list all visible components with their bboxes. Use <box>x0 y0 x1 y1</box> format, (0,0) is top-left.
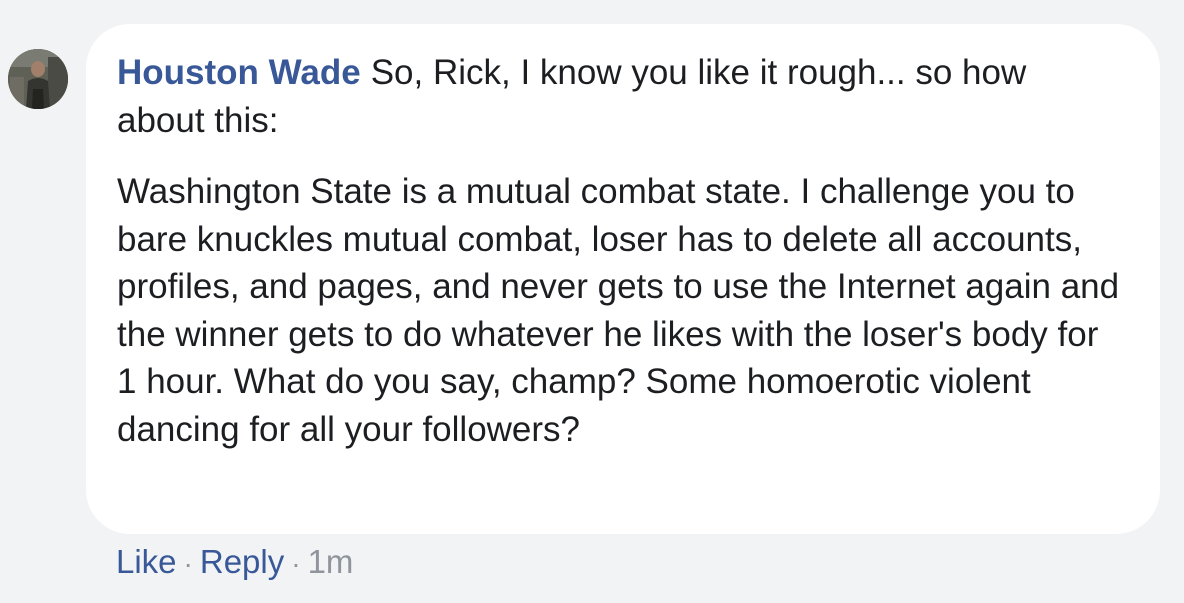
comment-bubble: Houston Wade So, Rick, I know you like it… <box>86 24 1160 534</box>
comment-timestamp[interactable]: 1m <box>308 543 354 580</box>
comment-body-text: Washington State is a mutual combat stat… <box>117 172 1120 449</box>
reply-link[interactable]: Reply <box>200 543 284 580</box>
comment-actions: Like · Reply · 1m <box>116 539 353 587</box>
author-name-link[interactable]: Houston Wade <box>117 53 361 92</box>
profile-photo-icon <box>8 49 68 109</box>
separator-dot: · <box>183 548 193 579</box>
comment-intro-line: Houston Wade So, Rick, I know you like it… <box>117 49 1120 144</box>
separator-dot: · <box>291 548 301 579</box>
like-link[interactable]: Like <box>116 543 177 580</box>
avatar[interactable] <box>8 49 68 109</box>
